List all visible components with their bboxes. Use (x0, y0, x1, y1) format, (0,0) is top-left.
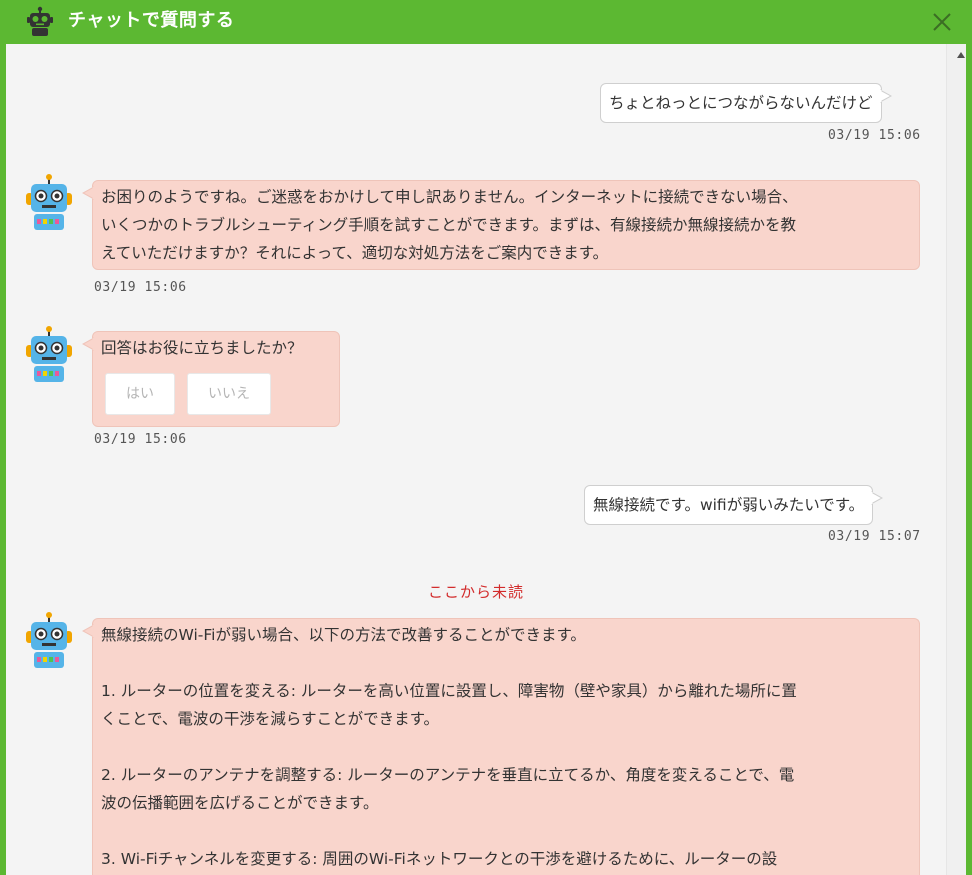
user-message-text: ちょとねっとにつながらないんだけど (609, 94, 873, 112)
chat-log: ちょとねっとにつながらないんだけど 03/19 15:06 お困りのようですね。… (6, 44, 946, 875)
bot-message: お困りのようですね。ご迷惑をおかけして申し訳ありません。インターネットに接続でき… (82, 180, 920, 270)
bot-message-line: 波の伝播範囲を広げることができます。 (101, 794, 379, 812)
close-icon[interactable] (930, 10, 954, 34)
bot-message-line: いくつかのトラブルシューティング手順を試すことができます。まずは、有線接続か無線… (101, 216, 797, 234)
bubble-tail (871, 491, 884, 505)
scroll-up-arrow-icon[interactable] (957, 52, 965, 58)
chat-header: チャットで質問する (6, 0, 966, 44)
message-timestamp: 03/19 15:06 (94, 432, 187, 447)
scrollbar[interactable] (946, 44, 966, 875)
bot-message-line: 無線接続のWi-Fiが弱い場合、以下の方法で改善することができます。 (101, 626, 586, 644)
bot-avatar-icon (26, 326, 72, 382)
yes-button[interactable]: はい (105, 373, 175, 415)
chat-window: チャットで質問する ちょとねっとにつながらないんだけど 03/19 15:06 (0, 0, 972, 875)
user-message: ちょとねっとにつながらないんだけど (600, 83, 892, 123)
message-timestamp: 03/19 15:06 (94, 280, 187, 295)
bot-message-line: えていただけますか？それによって、適切な対処方法をご案内できます。 (101, 244, 609, 262)
robot-icon (27, 6, 53, 36)
bot-avatar-icon (26, 174, 72, 230)
bot-message: 無線接続のWi-Fiが弱い場合、以下の方法で改善することができます。 1. ルー… (82, 618, 920, 875)
bubble-tail (879, 89, 892, 103)
bot-message-text: 回答はお役に立ちましたか？ (101, 339, 303, 357)
bot-message-line: 2. ルーターのアンテナを調整する: ルーターのアンテナを垂直に立てるか、角度を… (101, 766, 795, 784)
bubble-tail (82, 337, 94, 351)
bot-message-line: お困りのようですね。ご迷惑をおかけして申し訳ありません。インターネットに接続でき… (101, 188, 798, 206)
bot-message-line: 3. Wi-Fiチャンネルを変更する: 周囲のWi-Fiネットワークとの干渉を避… (101, 850, 778, 868)
bot-message-line: 1. ルーターの位置を変える: ルーターを高い位置に設置し、障害物（壁や家具）か… (101, 682, 797, 700)
bubble-tail (82, 624, 94, 638)
no-button[interactable]: いいえ (187, 373, 271, 415)
message-timestamp: 03/19 15:07 (828, 529, 921, 544)
unread-marker: ここから未読 (427, 583, 524, 601)
user-message: 無線接続です。wifiが弱いみたいです。 (584, 485, 884, 525)
bot-avatar-icon (26, 612, 72, 668)
bubble-tail (82, 186, 94, 200)
bot-message-line: くことで、電波の干渉を減らすことができます。 (101, 710, 440, 728)
page-title: チャットで質問する (68, 10, 235, 31)
user-message-text: 無線接続です。wifiが弱いみたいです。 (593, 496, 865, 514)
bot-feedback-message: 回答はお役に立ちましたか？ はい いいえ (82, 331, 340, 427)
message-timestamp: 03/19 15:06 (828, 128, 921, 143)
